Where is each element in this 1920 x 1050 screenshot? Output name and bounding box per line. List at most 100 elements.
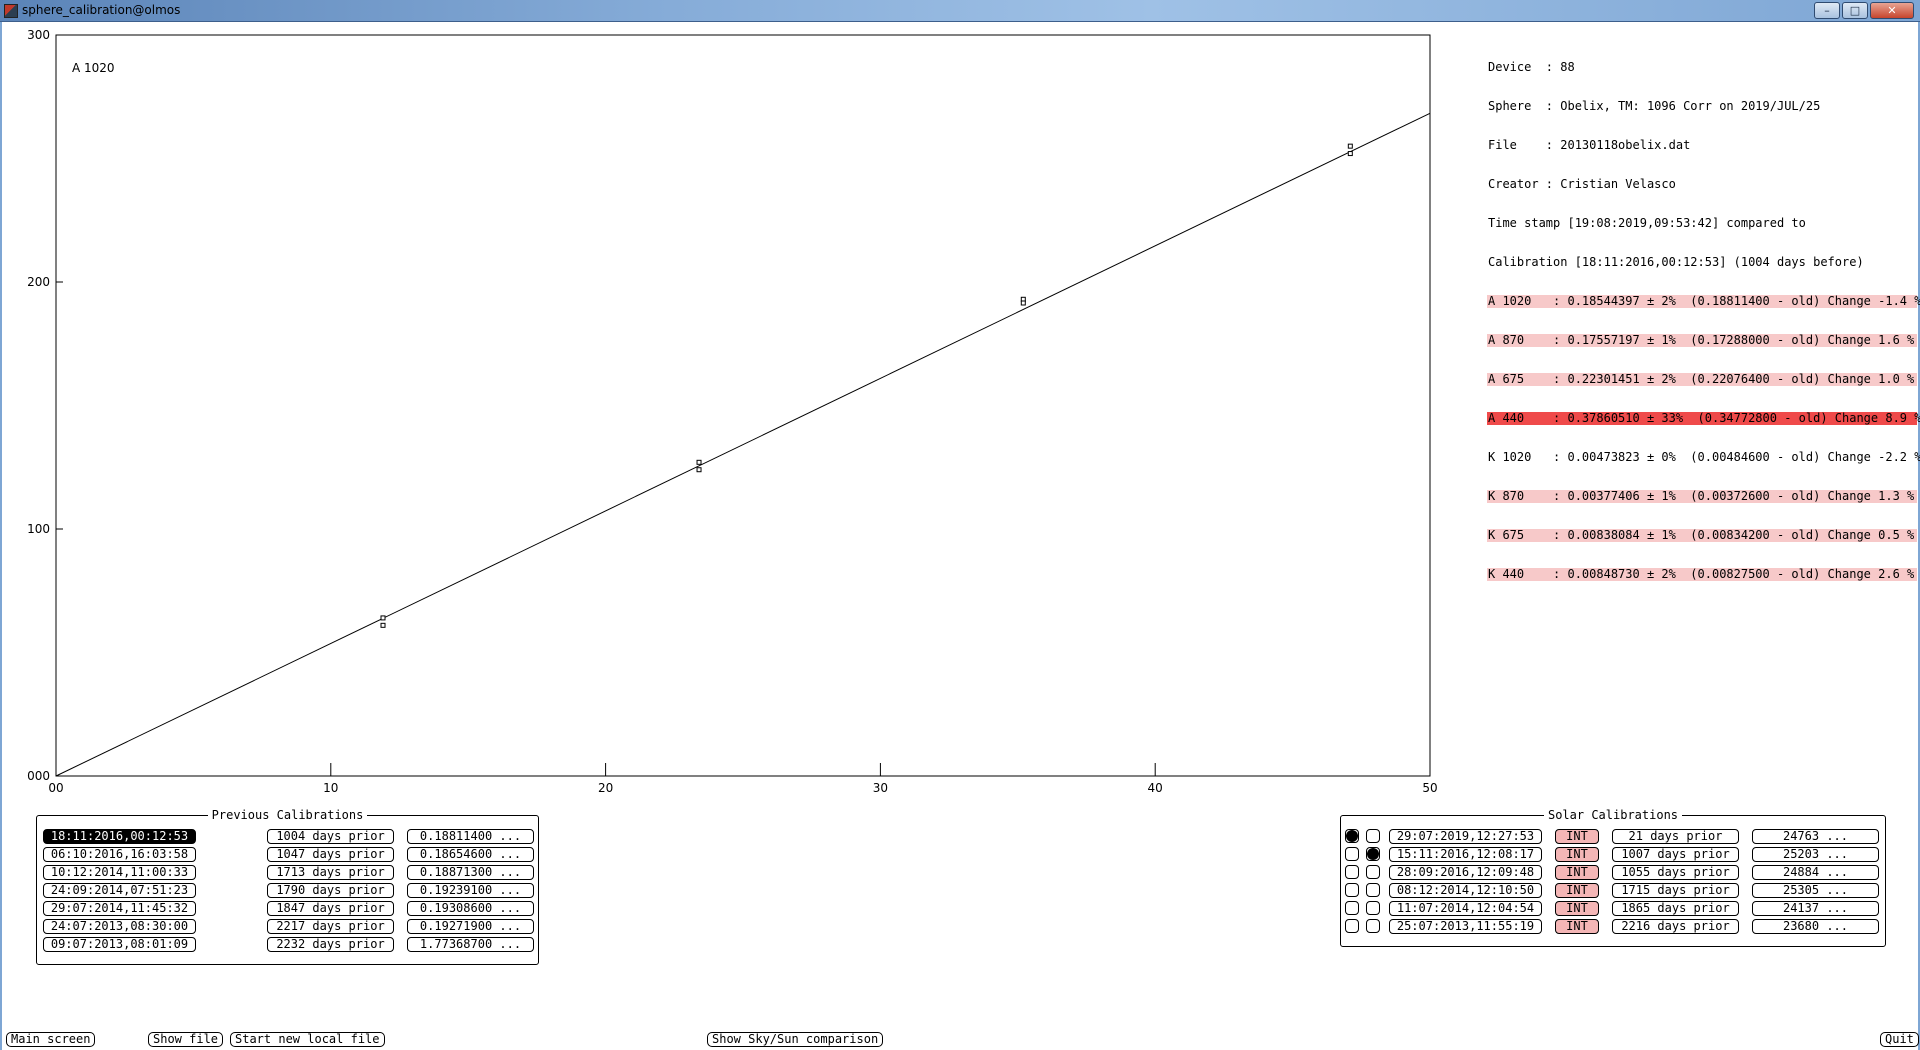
- maximize-button[interactable]: □: [1842, 2, 1868, 19]
- solar-cal-value-3[interactable]: 24884 ...: [1752, 865, 1879, 880]
- main-screen-button[interactable]: Main screen: [6, 1032, 96, 1047]
- prev-cal-prior-7: 2232 days prior: [267, 937, 394, 952]
- solar-cal-date-6[interactable]: 25:07:2013,11:55:19: [1389, 919, 1542, 934]
- info-creator: Creator : Cristian Velasco: [1488, 177, 1676, 191]
- info-calibration-ref: Calibration [18:11:2016,00:12:53] (1004 …: [1488, 255, 1864, 269]
- info-timestamp: Time stamp [19:08:2019,09:53:42] compare…: [1488, 216, 1806, 230]
- solar-cal-date-1[interactable]: 29:07:2019,12:27:53: [1389, 829, 1542, 844]
- solar-cal-value-6[interactable]: 23680 ...: [1752, 919, 1879, 934]
- solar-cal-date-5[interactable]: 11:07:2014,12:04:54: [1389, 901, 1542, 916]
- close-button[interactable]: ✕: [1870, 2, 1914, 19]
- prev-cal-value-5[interactable]: 0.19308600 ...: [407, 901, 534, 916]
- cal-row-a-1020: A 1020 : 0.18544397 ± 2% (0.18811400 - o…: [1487, 294, 1920, 308]
- solar-select-a-6[interactable]: [1345, 919, 1359, 933]
- data-point: [1347, 143, 1353, 149]
- prev-cal-date-1[interactable]: 18:11:2016,00:12:53: [43, 829, 196, 844]
- title-bar: sphere_calibration@olmos – □ ✕: [0, 0, 1920, 22]
- solar-calibrations-title: Solar Calibrations: [1341, 808, 1885, 822]
- data-point: [696, 467, 702, 473]
- prev-cal-date-3[interactable]: 10:12:2014,11:00:33: [43, 865, 196, 880]
- solar-select-a-5[interactable]: [1345, 901, 1359, 915]
- minimize-button[interactable]: –: [1814, 2, 1840, 19]
- prev-cal-prior-1: 1004 days prior: [267, 829, 394, 844]
- solar-cal-value-4[interactable]: 25305 ...: [1752, 883, 1879, 898]
- fit-line-group: [55, 112, 1431, 777]
- solar-select-b-3[interactable]: [1366, 865, 1380, 879]
- solar-cal-int-badge-4[interactable]: INT: [1555, 883, 1599, 898]
- x-tick-label: 40: [1148, 781, 1163, 795]
- solar-cal-value-2[interactable]: 25203 ...: [1752, 847, 1879, 862]
- series-label: A 1020: [72, 61, 115, 75]
- solar-cal-prior-3: 1055 days prior: [1612, 865, 1739, 880]
- solar-cal-date-3[interactable]: 28:09:2016,12:09:48: [1389, 865, 1542, 880]
- solar-cal-int-badge-1[interactable]: INT: [1555, 829, 1599, 844]
- solar-select-b-6[interactable]: [1366, 919, 1380, 933]
- cal-row-a-870: A 870 : 0.17557197 ± 1% (0.17288000 - ol…: [1487, 334, 1917, 347]
- prev-cal-value-2[interactable]: 0.18654600 ...: [407, 847, 534, 862]
- x-tick-label: 00: [48, 781, 63, 795]
- prev-cal-date-4[interactable]: 24:09:2014,07:51:23: [43, 883, 196, 898]
- y-tick-label: 200: [27, 275, 50, 289]
- prev-cal-date-7[interactable]: 09:07:2013,08:01:09: [43, 937, 196, 952]
- info-device: Device : 88: [1488, 60, 1575, 74]
- prev-cal-date-6[interactable]: 24:07:2013,08:30:00: [43, 919, 196, 934]
- solar-cal-prior-1: 21 days prior: [1612, 829, 1739, 844]
- prev-cal-date-5[interactable]: 29:07:2014,11:45:32: [43, 901, 196, 916]
- data-point: [696, 459, 702, 465]
- show-sky-sun-comparison-button[interactable]: Show Sky/Sun comparison: [707, 1032, 884, 1047]
- prev-cal-prior-2: 1047 days prior: [267, 847, 394, 862]
- solar-cal-prior-4: 1715 days prior: [1612, 883, 1739, 898]
- data-point: [380, 622, 386, 628]
- start-new-local-file-button[interactable]: Start new local file: [230, 1032, 385, 1047]
- cal-row-a-440: A 440 : 0.37860510 ± 33% (0.34772800 - o…: [1487, 411, 1920, 425]
- solar-select-a-2[interactable]: [1345, 847, 1359, 861]
- data-point: [1347, 151, 1353, 157]
- prev-cal-prior-4: 1790 days prior: [267, 883, 394, 898]
- cal-row-k-870: K 870 : 0.00377406 ± 1% (0.00372600 - ol…: [1487, 490, 1917, 503]
- solar-cal-value-1[interactable]: 24763 ...: [1752, 829, 1879, 844]
- cal-row-k-675: K 675 : 0.00838084 ± 1% (0.00834200 - ol…: [1487, 529, 1917, 542]
- solar-cal-date-2[interactable]: 15:11:2016,12:08:17: [1389, 847, 1542, 862]
- cal-row-k-440: K 440 : 0.00848730 ± 2% (0.00827500 - ol…: [1487, 568, 1917, 581]
- prev-cal-prior-3: 1713 days prior: [267, 865, 394, 880]
- prev-cal-date-2[interactable]: 06:10:2016,16:03:58: [43, 847, 196, 862]
- solar-cal-int-badge-2[interactable]: INT: [1555, 847, 1599, 862]
- solar-select-a-3[interactable]: [1345, 865, 1359, 879]
- y-tick-label: 100: [27, 522, 50, 536]
- solar-cal-date-4[interactable]: 08:12:2014,12:10:50: [1389, 883, 1542, 898]
- solar-calibrations-panel: Solar Calibrations 29:07:2019,12:27:53 I…: [1340, 808, 1886, 947]
- data-point: [380, 615, 386, 621]
- solar-select-b-5[interactable]: [1366, 901, 1380, 915]
- solar-cal-int-badge-6[interactable]: INT: [1555, 919, 1599, 934]
- prev-cal-value-7[interactable]: 1.77368700 ...: [407, 937, 534, 952]
- prev-cal-value-4[interactable]: 0.19239100 ...: [407, 883, 534, 898]
- show-file-button[interactable]: Show file: [148, 1032, 224, 1047]
- solar-cal-value-5[interactable]: 24137 ...: [1752, 901, 1879, 916]
- prev-cal-value-1[interactable]: 0.18811400 ...: [407, 829, 534, 844]
- x-tick-label: 20: [598, 781, 613, 795]
- solar-select-b-4[interactable]: [1366, 883, 1380, 897]
- solar-select-a-1[interactable]: [1345, 829, 1359, 843]
- calibration-chart: A 1020 000 100 200 300 00 10 20 30 40 50: [27, 28, 1438, 795]
- x-axis: 00 10 20 30 40 50: [48, 763, 1438, 795]
- window-controls: – □ ✕: [1814, 2, 1914, 19]
- data-points: [380, 143, 1353, 628]
- y-tick-label: 000: [27, 769, 50, 783]
- solar-select-a-4[interactable]: [1345, 883, 1359, 897]
- calibration-info-panel: Device : 88 Sphere : Obelix, TM: 1096 Co…: [1487, 35, 1920, 594]
- x-tick-label: 10: [323, 781, 338, 795]
- solar-cal-prior-2: 1007 days prior: [1612, 847, 1739, 862]
- data-point: [1020, 300, 1026, 306]
- prev-cal-value-6[interactable]: 0.19271900 ...: [407, 919, 534, 934]
- solar-cal-int-badge-5[interactable]: INT: [1555, 901, 1599, 916]
- prev-cal-value-3[interactable]: 0.18871300 ...: [407, 865, 534, 880]
- quit-button[interactable]: Quit: [1880, 1032, 1919, 1047]
- solar-select-b-2[interactable]: [1366, 847, 1380, 861]
- solar-cal-prior-5: 1865 days prior: [1612, 901, 1739, 916]
- solar-cal-int-badge-3[interactable]: INT: [1555, 865, 1599, 880]
- solar-select-b-1[interactable]: [1366, 829, 1380, 843]
- app-icon: [4, 4, 18, 18]
- solar-cal-prior-6: 2216 days prior: [1612, 919, 1739, 934]
- x-tick-label: 30: [873, 781, 888, 795]
- cal-row-a-675: A 675 : 0.22301451 ± 2% (0.22076400 - ol…: [1487, 373, 1917, 386]
